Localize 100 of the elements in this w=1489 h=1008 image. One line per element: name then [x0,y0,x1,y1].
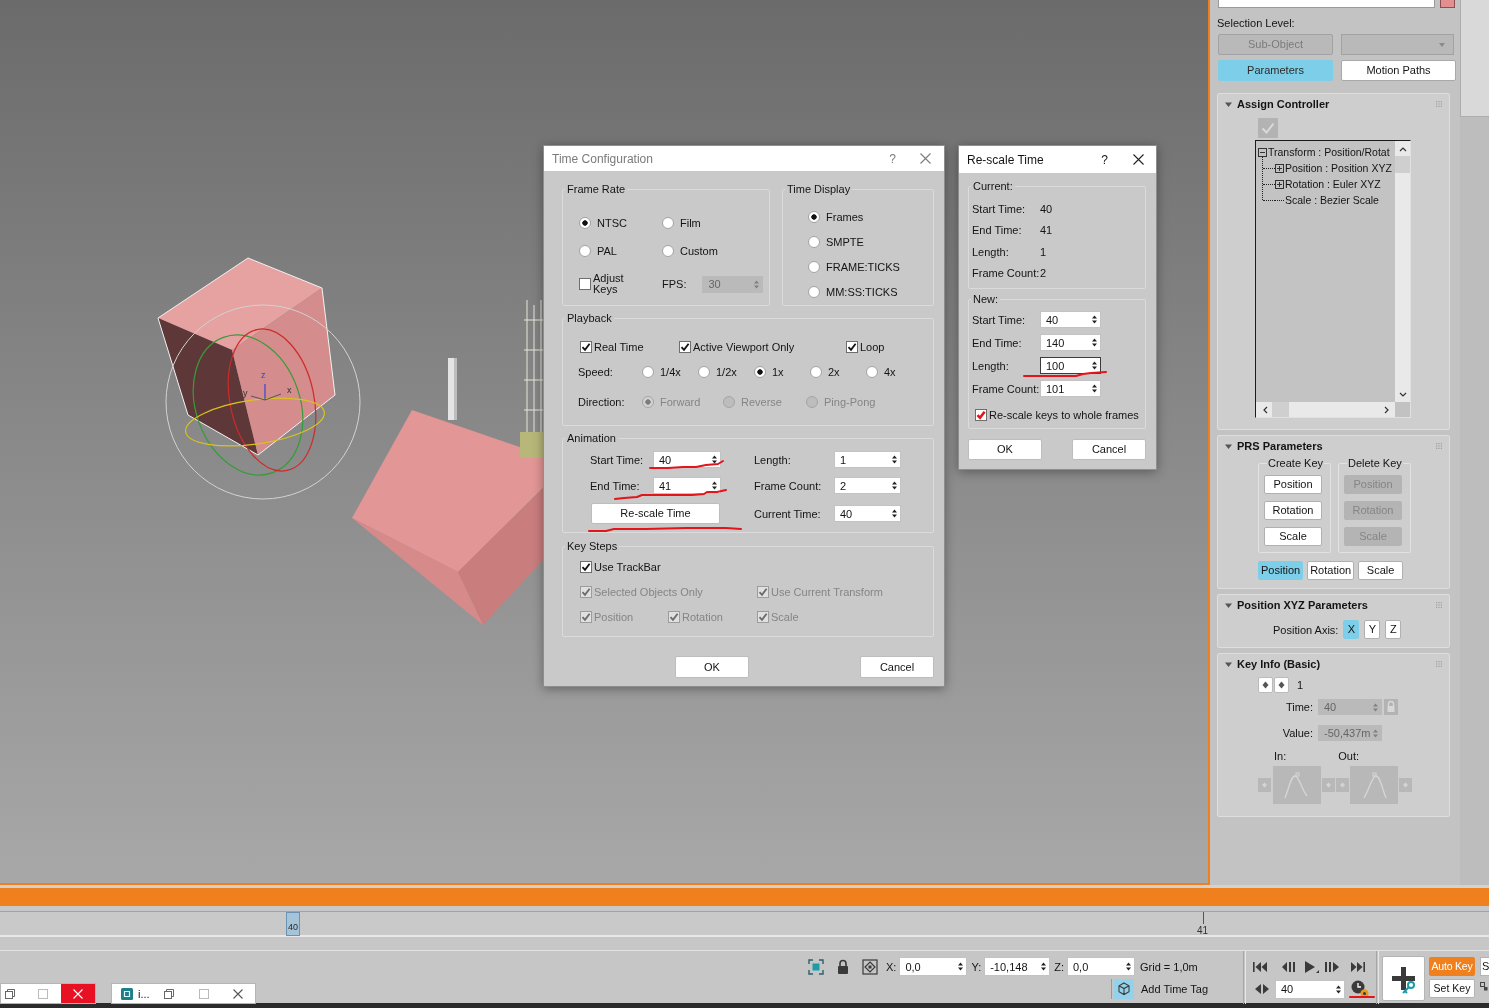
spinner-field[interactable]: 40 [1275,979,1345,999]
previous-frame-icon[interactable] [1281,960,1298,973]
controller-tree[interactable]: Transform : Position/Rotat Position : Position XYZ Rotation : Euler XYZ Scale : Bezier Scale [1255,140,1411,418]
spinner-field[interactable]: 101 [1040,380,1101,397]
tree-item[interactable]: Transform : Position/Rotat [1268,146,1390,158]
spinner-arrows-icon[interactable] [1092,384,1097,393]
help-button[interactable]: ? [889,151,896,166]
transform-grid-icon[interactable] [862,958,878,975]
spinner-field[interactable]: 40 [1040,311,1101,328]
spinner-arrows-icon[interactable] [892,481,897,490]
spinner-field[interactable]: 0,0 [899,957,968,976]
expand-box-icon[interactable] [1275,179,1284,189]
rollout-title[interactable]: Assign Controller [1237,98,1330,110]
scroll-up-icon[interactable] [1398,146,1407,152]
collapse-triangle-icon[interactable] [1225,442,1232,450]
spinner-field[interactable]: -10,148 [984,957,1051,976]
dialog-button[interactable]: Cancel [860,656,934,678]
dropdown-field[interactable]: S [1480,957,1489,976]
spinner-arrows-icon[interactable] [712,481,717,490]
next-frame-icon[interactable] [1323,960,1340,973]
set-keys-button[interactable] [1382,956,1425,1001]
radio-button[interactable] [866,365,878,378]
mode-tab[interactable]: Motion Paths [1341,60,1456,81]
restore-icon[interactable] [5,988,15,999]
collapse-triangle-icon[interactable] [1225,660,1232,668]
axis-tab[interactable]: X [1343,620,1360,639]
checkmark-icon[interactable] [1258,118,1278,138]
radio-button[interactable] [808,236,820,248]
cube-icon[interactable] [1114,979,1134,999]
wireframe-object[interactable] [520,299,544,458]
grip-dots-icon[interactable] [1436,661,1442,667]
mode-tab[interactable]: Parameters [1218,60,1333,81]
radio-button[interactable] [810,365,822,378]
lock-icon[interactable] [837,958,849,975]
cube[interactable] [157,257,336,456]
selection-frame-icon[interactable] [808,958,824,975]
spinner-arrows-icon[interactable] [1092,315,1097,324]
radio-button[interactable] [808,261,820,273]
rotate-gizmo[interactable] [165,304,361,500]
checkbox[interactable] [975,409,987,421]
clock-gear-icon[interactable] [1350,979,1370,999]
spinner-arrows-icon[interactable] [1092,361,1097,370]
grip-dots-icon[interactable] [1436,443,1442,449]
checkbox[interactable] [580,560,592,573]
spinner-arrows-icon[interactable] [958,962,964,971]
checkbox[interactable] [846,340,858,353]
dialog-button[interactable]: OK [675,656,749,678]
play-icon[interactable] [1302,960,1319,973]
collapse-triangle-icon[interactable] [1225,601,1232,609]
spinner-field[interactable]: 2 [834,477,901,494]
dialog-button[interactable]: Cancel [1072,439,1146,460]
spinner-arrows-icon[interactable] [892,455,897,464]
spinner-field[interactable]: 41 [653,477,721,494]
track-tab[interactable]: Rotation [1307,561,1355,580]
key-button[interactable]: Rotation [1264,501,1322,520]
spinner-field[interactable]: 40 [834,505,901,522]
add-time-tag-label[interactable]: Add Time Tag [1141,983,1209,995]
horizontal-scrollbar[interactable] [1256,402,1395,417]
spinner-field[interactable]: 140 [1040,334,1101,351]
rollout-title[interactable]: PRS Parameters [1237,440,1323,452]
radio-button[interactable] [662,245,674,257]
spinner-field[interactable]: 100 [1040,357,1101,374]
radio-button[interactable] [579,217,591,229]
tree-item[interactable]: Rotation : Euler XYZ [1285,178,1381,190]
color-swatch[interactable] [1440,0,1455,8]
grip-dots-icon[interactable] [1436,602,1442,608]
rollout-title[interactable]: Position XYZ Parameters [1237,599,1368,611]
key-button[interactable]: Position [1264,475,1322,494]
rescale-time-button[interactable]: Re-scale Time [591,503,720,524]
close-button[interactable] [61,984,95,1003]
skip-to-end-icon[interactable] [1349,960,1366,973]
axis-tab[interactable]: Z [1385,620,1402,639]
spinner-arrows-icon[interactable] [1041,962,1047,971]
time-marker[interactable]: 40 [286,912,300,936]
time-slider[interactable] [0,888,1489,906]
minimized-window[interactable] [0,983,96,1004]
spinner-arrows-icon[interactable] [1092,338,1097,347]
expand-box-icon[interactable] [1275,163,1284,173]
collapse-box-icon[interactable] [1258,147,1267,157]
rollout-title[interactable]: Key Info (Basic) [1237,658,1321,670]
scroll-thumb[interactable] [1395,156,1410,173]
skip-to-start-icon[interactable] [1252,960,1269,973]
scroll-thumb[interactable] [1272,402,1289,417]
help-button[interactable]: ? [1101,152,1108,167]
radio-button[interactable] [754,365,766,378]
radio-button[interactable] [642,365,654,378]
vertical-scrollbar[interactable] [1395,141,1410,402]
spinner-field[interactable]: 1 [834,451,901,468]
small-squares-icon[interactable] [1480,982,1488,991]
scroll-down-icon[interactable] [1398,392,1407,398]
collapse-triangle-icon[interactable] [1225,100,1232,108]
spinner-arrows-icon[interactable] [712,455,717,464]
checkbox[interactable] [679,340,691,353]
radio-button[interactable] [579,245,591,257]
spinner-arrows-icon[interactable] [892,509,897,518]
axis-tab[interactable]: Y [1364,620,1381,639]
radio-button[interactable] [808,211,820,223]
left-right-arrows-icon[interactable] [1254,981,1270,997]
key-button[interactable]: Scale [1264,527,1322,546]
checkbox[interactable] [580,340,592,353]
